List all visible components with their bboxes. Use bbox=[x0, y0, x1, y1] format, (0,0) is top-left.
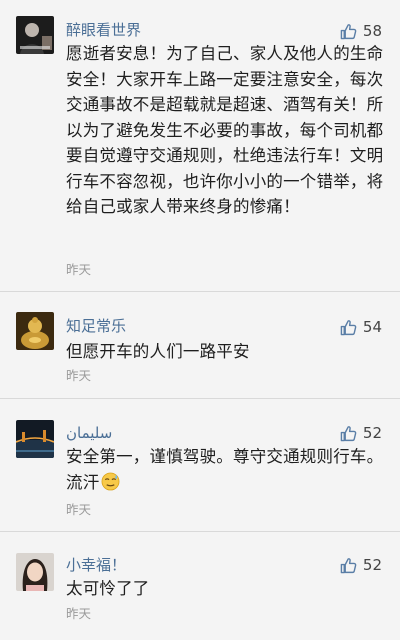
like-count: 52 bbox=[362, 424, 382, 442]
like-count: 58 bbox=[362, 22, 382, 40]
comment-text: 安全第一，谨慎驾驶。尊守交通规则行车。流汗 bbox=[66, 444, 388, 495]
like-count: 52 bbox=[362, 556, 382, 574]
timestamp: 昨天 bbox=[66, 606, 92, 621]
sweat-emoji-icon bbox=[101, 472, 120, 490]
like-button[interactable]: 54 bbox=[340, 318, 382, 336]
like-button[interactable]: 52 bbox=[340, 424, 382, 442]
girl-portrait-avatar-icon bbox=[16, 553, 54, 591]
comment-list: 醉眼看世界 58 愿逝者安息！为了自己、家人及他人的生命安全！大家开车上路一定要… bbox=[0, 0, 400, 640]
username[interactable]: 知足常乐 bbox=[66, 316, 126, 336]
timestamp: 昨天 bbox=[66, 368, 92, 383]
dark-portrait-avatar-icon bbox=[16, 16, 54, 54]
like-count: 54 bbox=[362, 318, 382, 336]
comment-text: 太可怜了了 bbox=[66, 579, 150, 598]
timestamp: 昨天 bbox=[66, 262, 92, 277]
timestamp: 昨天 bbox=[66, 502, 92, 517]
divider bbox=[0, 291, 400, 292]
thumbs-up-icon bbox=[340, 557, 357, 573]
thumbs-up-icon bbox=[340, 319, 357, 335]
golden-buddha-avatar-icon bbox=[16, 312, 54, 350]
avatar[interactable] bbox=[16, 420, 54, 458]
avatar[interactable] bbox=[16, 553, 54, 591]
divider bbox=[0, 398, 400, 399]
like-button[interactable]: 52 bbox=[340, 556, 382, 574]
like-button[interactable]: 58 bbox=[340, 22, 382, 40]
username[interactable]: 醉眼看世界 bbox=[66, 20, 141, 40]
avatar[interactable] bbox=[16, 16, 54, 54]
comment-text: 但愿开车的人们一路平安 bbox=[66, 342, 250, 361]
divider bbox=[0, 531, 400, 532]
thumbs-up-icon bbox=[340, 425, 357, 441]
thumbs-up-icon bbox=[340, 23, 357, 39]
username[interactable]: سليمان bbox=[66, 423, 112, 443]
night-city-avatar-icon bbox=[16, 420, 54, 458]
avatar[interactable] bbox=[16, 312, 54, 350]
comment-text: 愿逝者安息！为了自己、家人及他人的生命安全！大家开车上路一定要注意安全，每次交通… bbox=[66, 44, 384, 216]
username[interactable]: 小幸福！ bbox=[66, 555, 126, 575]
